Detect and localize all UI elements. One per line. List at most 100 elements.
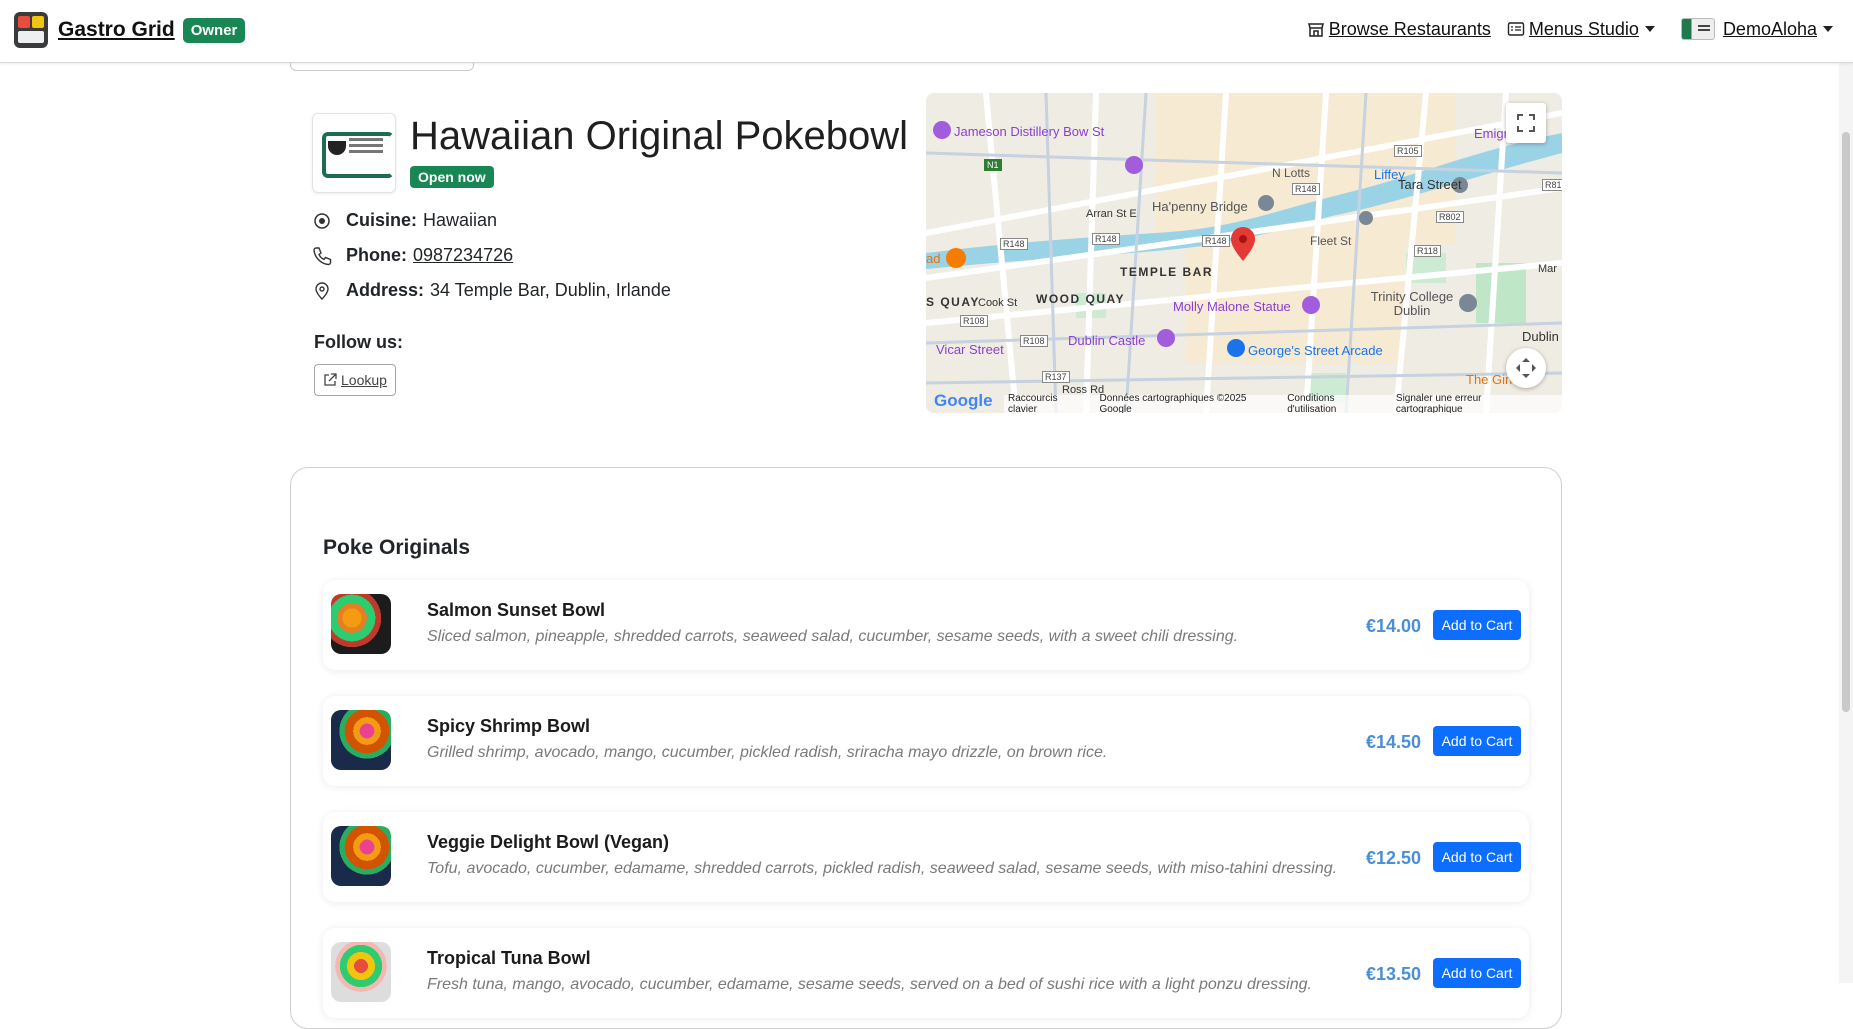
menus-studio-dropdown[interactable]: Menus Studio bbox=[1507, 19, 1655, 40]
map-label-squay: S QUAY bbox=[926, 295, 980, 309]
menu-item-description: Tofu, avocado, cucumber, edamame, shredd… bbox=[427, 860, 1338, 877]
section-title: Poke Originals bbox=[323, 536, 471, 559]
lookup-link-button[interactable]: Lookup bbox=[314, 364, 396, 396]
road-label: R148 bbox=[1202, 235, 1230, 247]
road-label: R148 bbox=[1000, 238, 1028, 250]
scrollbar-thumb[interactable] bbox=[1842, 132, 1850, 712]
phone-label: Phone: bbox=[346, 245, 407, 265]
menu-item: Spicy Shrimp Bowl Grilled shrimp, avocad… bbox=[323, 696, 1529, 786]
menu-item-description: Grilled shrimp, avocado, mango, cucumber… bbox=[427, 744, 1108, 761]
chevron-down-icon bbox=[1823, 26, 1833, 32]
menu-item-photo bbox=[331, 710, 391, 770]
restaurant-name: Hawaiian Original Pokebowl bbox=[410, 114, 909, 158]
location-map[interactable]: Jameson Distillery Bow St Emigra Ha'penn… bbox=[926, 93, 1562, 413]
menu-card: Poke Originals Salmon Sunset Bowl Sliced… bbox=[290, 467, 1562, 1029]
menu-item-photo bbox=[331, 942, 391, 1002]
road-label: R148 bbox=[1092, 233, 1120, 245]
report-error-link[interactable]: Signaler une erreur cartographique bbox=[1396, 393, 1544, 413]
cuisine-row: Cuisine: Hawaiian bbox=[312, 210, 497, 231]
camera-control-button[interactable] bbox=[1506, 348, 1546, 388]
restaurant-logo bbox=[312, 113, 396, 193]
map-label-dublin: Dublin bbox=[1522, 329, 1559, 344]
brand-name[interactable]: Gastro Grid bbox=[58, 18, 175, 42]
menu-item-price: €12.50 bbox=[1365, 848, 1421, 868]
open-status-badge: Open now bbox=[410, 166, 494, 188]
menu-item-name: Tropical Tuna Bowl bbox=[427, 948, 591, 968]
add-to-cart-button[interactable]: Add to Cart bbox=[1433, 726, 1521, 756]
road-label: R802 bbox=[1436, 211, 1464, 223]
browse-restaurants-link[interactable]: Browse Restaurants bbox=[1307, 19, 1491, 40]
user-name: DemoAloha bbox=[1722, 18, 1817, 39]
chevron-down-icon bbox=[1644, 26, 1655, 32]
cuisine-label: Cuisine: bbox=[346, 210, 418, 230]
address-row: Address: 34 Temple Bar, Dublin, Irlande bbox=[312, 280, 671, 301]
road-label: R813 bbox=[1542, 179, 1562, 191]
external-link-icon bbox=[324, 373, 337, 386]
menu-item-name: Salmon Sunset Bowl bbox=[427, 600, 606, 620]
user-dropdown[interactable]: DemoAloha bbox=[1680, 18, 1833, 40]
map-label-cook: Cook St bbox=[978, 297, 1018, 309]
phone-icon bbox=[313, 246, 332, 265]
terms-link[interactable]: Conditions d'utilisation bbox=[1287, 393, 1382, 413]
road-label: R148 bbox=[1292, 183, 1320, 195]
menus-studio-label: Menus Studio bbox=[1528, 18, 1639, 39]
map-label-tara: Tara Street bbox=[1398, 177, 1462, 192]
menu-item-name: Spicy Shrimp Bowl bbox=[427, 716, 591, 736]
page-scrollbar[interactable] bbox=[1839, 62, 1853, 983]
menu-card-icon bbox=[1507, 22, 1525, 36]
map-label-wood-quay: WOOD QUAY bbox=[1036, 292, 1126, 306]
address-value: 34 Temple Bar, Dublin, Irlande bbox=[430, 280, 671, 300]
map-label-nlotts: N Lotts bbox=[1272, 166, 1311, 180]
add-to-cart-button[interactable]: Add to Cart bbox=[1433, 610, 1521, 640]
menu-item: Salmon Sunset Bowl Sliced salmon, pineap… bbox=[323, 580, 1529, 670]
map-label-arran: Arran St E bbox=[1086, 208, 1137, 220]
map-label-molly: Molly Malone Statue bbox=[1173, 299, 1291, 314]
map-label-fleet: Fleet St bbox=[1310, 234, 1352, 248]
menu-item: Veggie Delight Bowl (Vegan) Tofu, avocad… bbox=[323, 812, 1529, 902]
road-label: R108 bbox=[1020, 335, 1048, 347]
shop-icon bbox=[1307, 23, 1324, 37]
menu-item: Tropical Tuna Bowl Fresh tuna, mango, av… bbox=[323, 928, 1529, 1018]
cuisine-icon bbox=[314, 212, 330, 229]
map-label-vicar: Vicar Street bbox=[936, 342, 1004, 357]
add-to-cart-button[interactable]: Add to Cart bbox=[1433, 842, 1521, 872]
google-logo: Google bbox=[934, 391, 993, 410]
pan-arrows-icon bbox=[1516, 358, 1536, 378]
road-label: R105 bbox=[1394, 145, 1422, 157]
keyboard-shortcuts-link[interactable]: Raccourcis clavier bbox=[1008, 393, 1085, 413]
menu-item-description: Sliced salmon, pineapple, shredded carro… bbox=[427, 628, 1239, 645]
map-data-attribution: Données cartographiques ©2025 Google bbox=[1099, 393, 1247, 413]
map-label-jameson: Jameson Distillery Bow St bbox=[954, 124, 1105, 139]
cuisine-value: Hawaiian bbox=[423, 210, 498, 230]
menu-item-photo bbox=[331, 826, 391, 886]
menu-item-price: €13.50 bbox=[1365, 964, 1421, 984]
follow-us-label: Follow us: bbox=[314, 332, 403, 352]
top-navbar: Gastro Grid Owner Browse Restaurants Men… bbox=[0, 0, 1853, 63]
phone-link[interactable]: 0987234726 bbox=[413, 245, 513, 266]
map-label-ad: ad bbox=[926, 251, 941, 266]
road-label: R108 bbox=[960, 315, 988, 327]
address-label: Address: bbox=[346, 280, 425, 300]
brand[interactable]: Gastro Grid Owner bbox=[14, 12, 246, 48]
menu-item-description: Fresh tuna, mango, avocado, cucumber, ed… bbox=[427, 976, 1312, 993]
nav-links: Browse Restaurants Menus Studio DemoAloh… bbox=[1307, 18, 1853, 40]
browse-restaurants-label: Browse Restaurants bbox=[1328, 18, 1491, 39]
map-label-georges: George's Street Arcade bbox=[1248, 343, 1383, 358]
brand-logo-icon bbox=[14, 12, 48, 48]
fullscreen-button[interactable] bbox=[1506, 103, 1546, 143]
map-footer: Raccourcis clavier Données cartographiqu… bbox=[1004, 393, 1562, 413]
menu-item-price: €14.50 bbox=[1365, 732, 1421, 752]
road-label: R137 bbox=[1042, 371, 1070, 383]
fullscreen-icon bbox=[1517, 114, 1535, 132]
road-label: N1 bbox=[984, 159, 1002, 171]
menu-item-price: €14.00 bbox=[1365, 616, 1421, 636]
owner-badge: Owner bbox=[182, 17, 246, 43]
lookup-label: Lookup bbox=[341, 372, 387, 388]
menu-item-name: Veggie Delight Bowl (Vegan) bbox=[427, 832, 670, 852]
user-avatar bbox=[1680, 18, 1715, 40]
phone-row: Phone: 0987234726 bbox=[312, 245, 513, 266]
add-to-cart-button[interactable]: Add to Cart bbox=[1433, 958, 1521, 988]
map-label-mar: Mar bbox=[1538, 263, 1557, 275]
map-label-temple-bar: TEMPLE BAR bbox=[1120, 265, 1213, 279]
map-label-hapenny: Ha'penny Bridge bbox=[1152, 199, 1248, 214]
